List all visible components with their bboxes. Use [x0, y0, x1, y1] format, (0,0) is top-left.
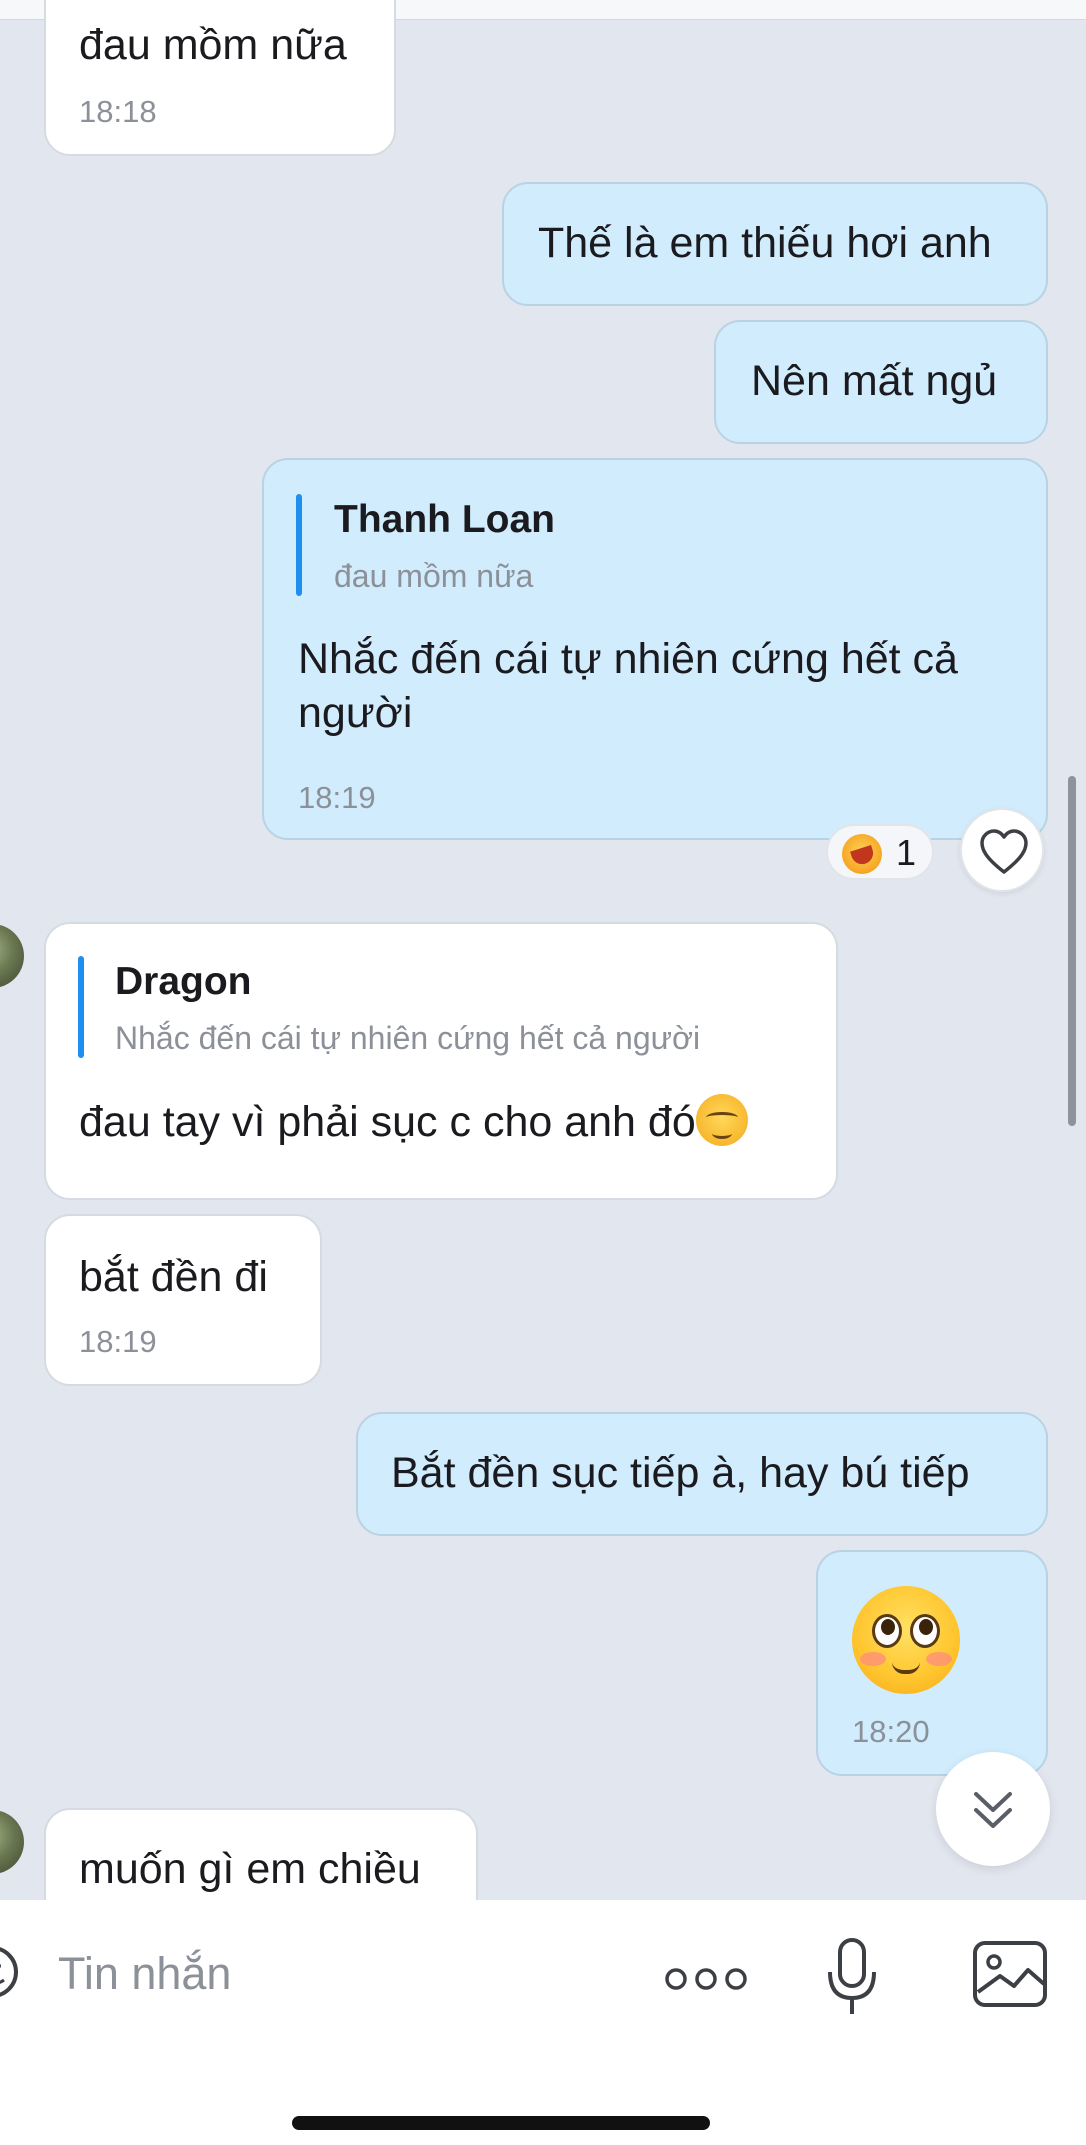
sticker-icon[interactable] — [0, 1936, 30, 2008]
laughing-emoji-icon — [842, 834, 882, 874]
avatar[interactable] — [0, 924, 24, 988]
scroll-to-bottom-button[interactable] — [936, 1752, 1050, 1866]
message-text: bắt đền đi — [79, 1253, 268, 1301]
quote-text: đau mồm nữa — [334, 558, 534, 594]
home-indicator — [292, 2116, 710, 2130]
message-text-row: đau tay vì phải sục c cho anh đó — [79, 1094, 748, 1149]
message-time: 18:19 — [79, 1324, 157, 1359]
message-text-line-2: người — [298, 689, 413, 737]
relieved-emoji-icon — [695, 1094, 748, 1146]
message-time: 18:19 — [298, 780, 376, 815]
message-input[interactable]: Tin nhắn — [58, 1948, 231, 2000]
avatar[interactable] — [0, 1810, 24, 1874]
message-text: Nên mất ngủ — [751, 357, 998, 405]
quote-sender-name: Thanh Loan — [334, 498, 555, 541]
message-text: đau tay vì phải sục c cho anh đó — [79, 1098, 696, 1146]
message-text: muốn gì em chiều — [79, 1845, 421, 1893]
heart-icon — [980, 829, 1028, 874]
heart-react-button[interactable] — [960, 808, 1044, 892]
rolling-eyes-blush-emoji-icon — [852, 1586, 960, 1694]
quote-sender-name: Dragon — [115, 960, 252, 1003]
message-text: Thế là em thiếu hơi anh — [538, 219, 992, 267]
quote-text: Nhắc đến cái tự nhiên cứng hết cả người — [115, 1020, 701, 1056]
quote-accent-bar — [78, 956, 84, 1058]
reaction-count: 1 — [896, 832, 917, 873]
message-text: đau mồm nữa — [79, 21, 347, 69]
reaction-pill[interactable]: 1 — [826, 824, 934, 880]
chevron-down-double-icon — [974, 1792, 1012, 1828]
message-input-bar: Tin nhắn — [0, 1900, 1086, 2145]
message-text: Bắt đền sục tiếp à, hay bú tiếp — [391, 1449, 970, 1497]
message-time: 18:18 — [79, 94, 157, 129]
scrollbar[interactable] — [1068, 776, 1076, 1126]
message-text-line-1: Nhắc đến cái tự nhiên cứng hết cả — [298, 635, 958, 683]
message-time: 18:20 — [852, 1714, 930, 1749]
image-icon[interactable] — [972, 1940, 1048, 2008]
quote-accent-bar — [296, 494, 302, 596]
microphone-icon[interactable] — [822, 1936, 882, 2020]
more-icon[interactable] — [664, 1964, 748, 1994]
